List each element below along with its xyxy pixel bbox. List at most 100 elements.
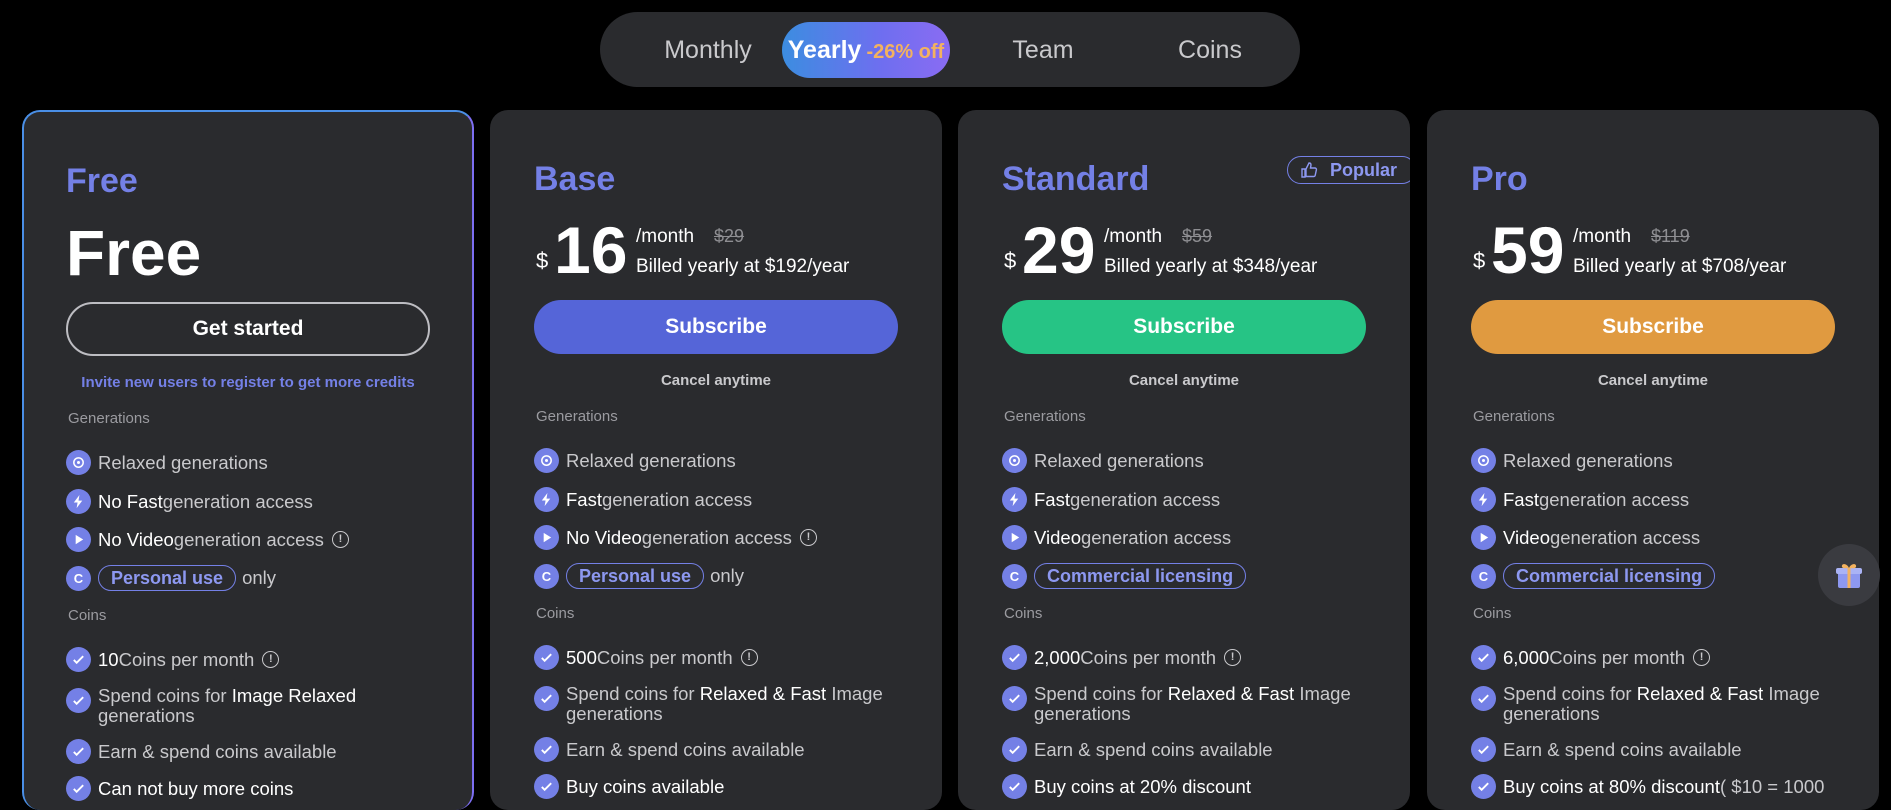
gift-button[interactable] [1818,544,1880,606]
tab-coins-label: Coins [1178,36,1242,64]
plan-name: Free [66,162,138,200]
lightning-icon [534,487,559,512]
feature-coins-per-month: 2,000 Coins per month! [1002,645,1242,670]
check-icon [534,686,559,711]
feature-coins-per-month: 500 Coins per month! [534,645,758,670]
info-icon[interactable]: ! [1693,649,1711,666]
feature-relaxed: Relaxed generations [1471,448,1673,473]
discount-badge: -26% off [866,41,945,63]
check-icon [1471,774,1496,799]
info-icon[interactable]: ! [262,651,280,668]
plan-card-base: Base $ 16 /month $29 Billed yearly at $1… [490,110,942,810]
lightning-icon [1002,487,1027,512]
cancel-note: Cancel anytime [1128,372,1240,389]
coins-section-label: Coins [1004,605,1043,622]
subscribe-button[interactable]: Subscribe [1002,300,1366,354]
feature-earn-spend: Earn & spend coins available [1002,737,1273,762]
coins-section-label: Coins [68,607,107,624]
plan-price: Free [66,217,202,289]
price-row: $ 29 /month $59 Billed yearly at $348/ye… [1002,213,1366,290]
tab-team[interactable]: Team [978,22,1108,78]
feature-relaxed: Relaxed generations [534,448,736,473]
feature-license: C Commercial licensing [1002,563,1252,589]
license-pill: Commercial licensing [1503,563,1716,589]
billed-yearly: Billed yearly at $348/year [1104,256,1318,277]
tab-yearly-label: Yearly [787,36,862,64]
feature-video: No Video generation access! [66,527,349,552]
relaxed-icon [66,450,91,475]
invite-link[interactable]: Invite new users to register to get more… [66,374,430,391]
feature-coins-per-month: 6,000 Coins per month! [1471,645,1711,670]
feature-buy-coins: Buy coins at 80% discount ( $10 = 1000 [1471,774,1824,799]
info-icon[interactable]: ! [799,529,817,546]
license-pill: Commercial licensing [1034,563,1247,589]
info-icon[interactable]: ! [331,531,349,548]
license-pill: Personal use [566,563,705,589]
generations-section-label: Generations [1473,408,1555,425]
feature-license: C Personal use only [66,565,276,591]
feature-spend-coins: Spend coins for Image Relaxed generation… [66,686,426,726]
gift-icon [1836,564,1862,588]
subscribe-button[interactable]: Subscribe [534,300,898,354]
currency-symbol: $ [1473,248,1486,273]
tab-yearly[interactable]: Yearly -26% off [782,22,950,78]
coins-section-label: Coins [1473,605,1512,622]
plan-name: Base [534,160,616,198]
check-icon [534,737,559,762]
price-row: $ 16 /month $29 Billed yearly at $192/ye… [534,213,898,290]
feature-video: No Video generation access! [534,525,817,550]
original-price: $29 [714,226,745,246]
feature-license: C Personal use only [534,563,744,589]
generations-section-label: Generations [1004,408,1086,425]
billed-yearly: Billed yearly at $192/year [636,256,850,277]
play-icon [66,527,91,552]
cancel-note: Cancel anytime [1597,372,1709,389]
check-icon [1471,737,1496,762]
get-started-button[interactable]: Get started [66,302,430,356]
check-icon [534,645,559,670]
relaxed-icon [1002,448,1027,473]
check-icon [66,647,91,672]
tab-monthly-label: Monthly [664,36,752,64]
feature-video: Video generation access [1471,525,1700,550]
price-period: /month [636,226,695,247]
subscribe-button[interactable]: Subscribe [1471,300,1835,354]
check-icon [1002,737,1027,762]
feature-buy-coins: Buy coins available [534,774,724,799]
plan-name: Pro [1471,160,1528,198]
feature-earn-spend: Earn & spend coins available [1471,737,1742,762]
tab-team-label: Team [1012,36,1074,64]
generations-section-label: Generations [536,408,618,425]
feature-relaxed: Relaxed generations [1002,448,1204,473]
play-icon [534,525,559,550]
license-pill: Personal use [98,565,237,591]
check-icon [1002,645,1027,670]
tab-monthly[interactable]: Monthly [638,22,778,78]
info-icon[interactable]: ! [1224,649,1242,666]
feature-buy-coins: Buy coins at 20% discount [1002,774,1251,799]
feature-fast: No Fast generation access [66,489,313,514]
relaxed-icon [534,448,559,473]
currency-symbol: $ [1004,248,1017,273]
lightning-icon [1471,487,1496,512]
feature-earn-spend: Earn & spend coins available [66,739,337,764]
feature-license: C Commercial licensing [1471,563,1721,589]
feature-fast: Fast generation access [1002,487,1220,512]
plan-name: Standard [1002,160,1150,198]
check-icon [1002,774,1027,799]
feature-spend-coins: Spend coins for Relaxed & Fast Image gen… [1471,684,1831,724]
lightning-icon [66,489,91,514]
original-price: $59 [1182,226,1213,246]
copyright-icon: C [1471,563,1496,589]
price-period: /month [1573,226,1632,247]
feature-fast: Fast generation access [1471,487,1689,512]
price-amount: 29 [1022,213,1096,287]
check-icon [1471,645,1496,670]
relaxed-icon [1471,448,1496,473]
plan-card-standard: Standard Popular $ 29 /month $59 Billed … [958,110,1410,810]
play-icon [1471,525,1496,550]
price-row: $ 59 /month $119 Billed yearly at $708/y… [1471,213,1835,290]
info-icon[interactable]: ! [740,649,758,666]
generations-section-label: Generations [68,410,150,427]
tab-coins[interactable]: Coins [1145,22,1275,78]
